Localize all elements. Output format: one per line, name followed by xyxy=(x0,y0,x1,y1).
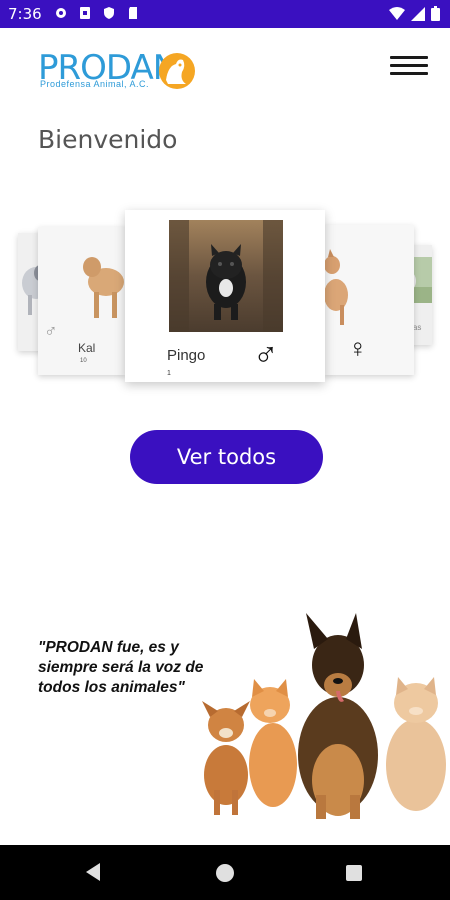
status-time: 7:36 xyxy=(8,5,42,23)
status-icons-left xyxy=(54,6,140,20)
hamburger-menu-icon[interactable] xyxy=(390,52,428,80)
dogs-and-cats-image xyxy=(202,613,446,819)
signal-icon xyxy=(411,6,425,21)
sd-card-icon xyxy=(129,7,137,19)
home-icon[interactable] xyxy=(216,864,234,882)
pet-carousel[interactable]: ♂ Kal 10 Douglas ♀ xyxy=(0,205,450,385)
pet-age: 10 xyxy=(80,358,87,364)
pet-card-center[interactable]: Pingo 1 ♂ xyxy=(125,210,325,382)
wifi-icon xyxy=(389,6,405,20)
system-nav-bar xyxy=(0,845,450,900)
pet-age: 1 xyxy=(167,370,171,377)
pet-name: Kal xyxy=(78,341,96,355)
shield-icon xyxy=(104,7,114,19)
logo-subtitle: Prodefensa Animal, A.C. xyxy=(40,79,150,89)
dog-photo xyxy=(169,220,283,332)
prodan-logo: PRODAN Prodefensa Animal, A.C. xyxy=(38,48,208,98)
dog-cat-logo-icon xyxy=(159,53,195,89)
view-all-button[interactable]: Ver todos xyxy=(130,430,323,484)
status-icons-right xyxy=(389,6,440,21)
status-bar: 7:36 xyxy=(0,0,450,28)
pet-name: Pingo xyxy=(167,347,206,364)
sim-icon xyxy=(80,7,90,19)
cat-photo xyxy=(324,235,369,335)
female-symbol-icon: ♀ xyxy=(348,333,368,363)
male-symbol-icon: ♂ xyxy=(44,321,58,341)
pet-card-left[interactable]: ♂ Kal 10 xyxy=(38,227,128,375)
settings-icon xyxy=(56,8,66,18)
dog-photo xyxy=(78,237,128,327)
battery-icon xyxy=(431,6,440,21)
back-icon[interactable] xyxy=(84,862,102,882)
recents-icon[interactable] xyxy=(346,865,362,881)
male-symbol-icon: ♂ xyxy=(253,336,279,374)
page-title: Bienvenido xyxy=(38,125,178,154)
pet-card-right[interactable]: ♀ xyxy=(324,225,414,375)
